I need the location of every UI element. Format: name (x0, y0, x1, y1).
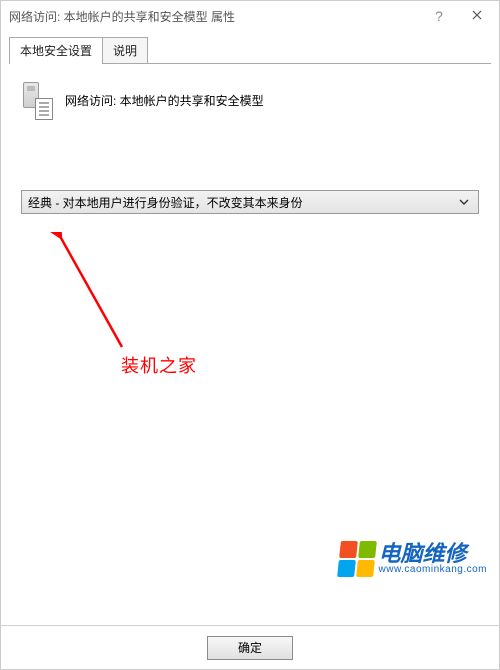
dropdown-selected-value: 经典 - 对本地用户进行身份验证，不改变其本来身份 (28, 194, 456, 211)
watermark: 电脑维修 www.caominkang.com (339, 541, 487, 577)
window-controls: ? (424, 1, 499, 31)
tab-content: 网络访问: 本地帐户的共享和安全模型 经典 - 对本地用户进行身份验证，不改变其… (9, 64, 491, 617)
ok-button-label: 确定 (238, 639, 262, 656)
close-button[interactable] (454, 1, 499, 31)
tab-strip: 本地安全设置 说明 (1, 31, 499, 64)
tab-label: 说明 (113, 44, 137, 58)
tab-label: 本地安全设置 (20, 44, 92, 58)
policy-header: 网络访问: 本地帐户的共享和安全模型 (21, 80, 479, 120)
chevron-down-icon (456, 197, 472, 207)
tab-explain[interactable]: 说明 (102, 37, 148, 64)
dialog-window: 网络访问: 本地帐户的共享和安全模型 属性 ? 本地安全设置 说明 (0, 0, 500, 670)
watermark-brand: 电脑维修 (379, 543, 487, 565)
windows-flag-icon (337, 541, 377, 577)
ok-button[interactable]: 确定 (207, 636, 293, 660)
help-button[interactable]: ? (424, 1, 454, 31)
policy-icon (21, 80, 53, 120)
close-icon (472, 9, 482, 23)
titlebar: 网络访问: 本地帐户的共享和安全模型 属性 ? (1, 1, 499, 31)
dialog-footer: 确定 (1, 625, 499, 669)
annotation-arrow (37, 232, 127, 352)
help-icon: ? (435, 8, 443, 24)
annotation-text: 装机之家 (121, 352, 197, 378)
window-title: 网络访问: 本地帐户的共享和安全模型 属性 (9, 8, 424, 25)
sharing-model-dropdown[interactable]: 经典 - 对本地用户进行身份验证，不改变其本来身份 (21, 190, 479, 214)
tab-local-security-settings[interactable]: 本地安全设置 (9, 37, 103, 64)
watermark-url: www.caominkang.com (379, 565, 487, 575)
policy-title: 网络访问: 本地帐户的共享和安全模型 (65, 92, 264, 109)
